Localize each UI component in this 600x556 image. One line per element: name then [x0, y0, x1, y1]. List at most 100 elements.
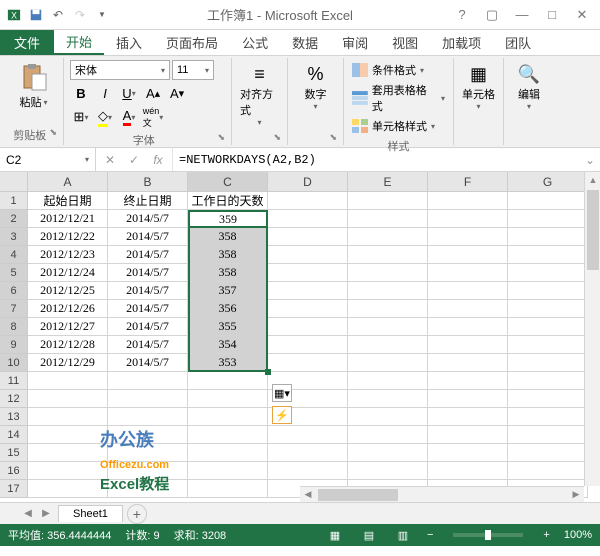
cell-C10[interactable]: 353 [188, 354, 268, 372]
tab-review[interactable]: 审阅 [330, 30, 380, 55]
row-header-15[interactable]: 15 [0, 444, 28, 462]
cell-B1[interactable]: 终止日期 [108, 192, 188, 210]
cell-D5[interactable] [268, 264, 348, 282]
row-header-16[interactable]: 16 [0, 462, 28, 480]
cell-E15[interactable] [348, 444, 428, 462]
number-button[interactable]: % 数字▾ [294, 60, 337, 113]
cell-B6[interactable]: 2014/5/7 [108, 282, 188, 300]
col-header-D[interactable]: D [268, 172, 348, 192]
cell-A7[interactable]: 2012/12/26 [28, 300, 108, 318]
tab-formulas[interactable]: 公式 [230, 30, 280, 55]
cancel-icon[interactable]: ✕ [100, 150, 120, 170]
cell-F16[interactable] [428, 462, 508, 480]
cell-E8[interactable] [348, 318, 428, 336]
font-name-select[interactable]: 宋体▾ [70, 60, 170, 80]
cell-F3[interactable] [428, 228, 508, 246]
cells-button[interactable]: ▦ 单元格▾ [460, 60, 497, 113]
fill-color-button[interactable]: ◇▾ [94, 106, 116, 128]
row-header-2[interactable]: 2 [0, 210, 28, 228]
cell-A2[interactable]: 2012/12/21 [28, 210, 108, 228]
cell-G2[interactable] [508, 210, 588, 228]
name-box[interactable]: C2▾ [0, 148, 96, 171]
cell-F1[interactable] [428, 192, 508, 210]
font-launcher-icon[interactable]: ⬊ [217, 132, 225, 143]
decrease-font-button[interactable]: A▾ [166, 82, 188, 104]
cell-B13[interactable] [108, 408, 188, 426]
cell-A16[interactable] [28, 462, 108, 480]
cell-F6[interactable] [428, 282, 508, 300]
cell-B12[interactable] [108, 390, 188, 408]
cell-C1[interactable]: 工作日的天数 [188, 192, 268, 210]
scroll-right-icon[interactable]: ▶ [568, 487, 584, 503]
cell-style-button[interactable]: 单元格样式▾ [350, 116, 447, 136]
sheet-nav-prev-icon[interactable]: ◀ [20, 506, 36, 522]
row-header-7[interactable]: 7 [0, 300, 28, 318]
cell-E14[interactable] [348, 426, 428, 444]
close-button[interactable]: ✕ [568, 5, 596, 25]
cell-A15[interactable] [28, 444, 108, 462]
cell-C8[interactable]: 355 [188, 318, 268, 336]
add-sheet-button[interactable]: + [127, 504, 147, 524]
cell-G13[interactable] [508, 408, 588, 426]
cell-D2[interactable] [268, 210, 348, 228]
fx-icon[interactable]: fx [148, 150, 168, 170]
alignment-button[interactable]: ≡ 对齐方式▾ [238, 60, 281, 129]
cell-E5[interactable] [348, 264, 428, 282]
cell-D14[interactable] [268, 426, 348, 444]
confirm-icon[interactable]: ✓ [124, 150, 144, 170]
cell-A17[interactable] [28, 480, 108, 498]
cell-B11[interactable] [108, 372, 188, 390]
cell-A3[interactable]: 2012/12/22 [28, 228, 108, 246]
cell-A12[interactable] [28, 390, 108, 408]
cell-F12[interactable] [428, 390, 508, 408]
cell-A10[interactable]: 2012/12/29 [28, 354, 108, 372]
cell-C2[interactable]: 359 [188, 210, 268, 228]
cell-B5[interactable]: 2014/5/7 [108, 264, 188, 282]
minimize-button[interactable]: — [508, 5, 536, 25]
ribbon-options-icon[interactable]: ▢ [478, 5, 506, 25]
fill-handle[interactable] [265, 369, 271, 375]
cell-A11[interactable] [28, 372, 108, 390]
cell-C5[interactable]: 358 [188, 264, 268, 282]
cell-G9[interactable] [508, 336, 588, 354]
cell-G4[interactable] [508, 246, 588, 264]
zoom-out-button[interactable]: − [427, 529, 433, 541]
cell-C17[interactable] [188, 480, 268, 498]
quick-analysis-icon[interactable]: ⚡ [272, 406, 292, 424]
maximize-button[interactable]: □ [538, 5, 566, 25]
cell-C14[interactable] [188, 426, 268, 444]
cell-F11[interactable] [428, 372, 508, 390]
help-icon[interactable]: ? [448, 5, 476, 25]
increase-font-button[interactable]: A▴ [142, 82, 164, 104]
tab-view[interactable]: 视图 [380, 30, 430, 55]
excel-icon[interactable]: X [4, 5, 24, 25]
cell-D6[interactable] [268, 282, 348, 300]
cell-E10[interactable] [348, 354, 428, 372]
cell-F13[interactable] [428, 408, 508, 426]
row-header-3[interactable]: 3 [0, 228, 28, 246]
row-header-11[interactable]: 11 [0, 372, 28, 390]
cell-E13[interactable] [348, 408, 428, 426]
row-header-6[interactable]: 6 [0, 282, 28, 300]
cell-F4[interactable] [428, 246, 508, 264]
edit-button[interactable]: 🔍 编辑▾ [510, 60, 548, 113]
zoom-slider[interactable] [453, 533, 523, 537]
row-header-17[interactable]: 17 [0, 480, 28, 498]
font-color-button[interactable]: A▾ [118, 106, 140, 128]
cell-G15[interactable] [508, 444, 588, 462]
vertical-scrollbar[interactable]: ▲ [584, 172, 600, 486]
page-break-view-icon[interactable]: ▥ [393, 526, 413, 544]
col-header-A[interactable]: A [28, 172, 108, 192]
cell-C4[interactable]: 358 [188, 246, 268, 264]
save-icon[interactable] [26, 5, 46, 25]
cell-D10[interactable] [268, 354, 348, 372]
cell-C6[interactable]: 357 [188, 282, 268, 300]
cell-B3[interactable]: 2014/5/7 [108, 228, 188, 246]
cell-F15[interactable] [428, 444, 508, 462]
cell-G3[interactable] [508, 228, 588, 246]
cell-C12[interactable] [188, 390, 268, 408]
cell-A8[interactable]: 2012/12/27 [28, 318, 108, 336]
cell-E16[interactable] [348, 462, 428, 480]
cell-C15[interactable] [188, 444, 268, 462]
row-header-4[interactable]: 4 [0, 246, 28, 264]
